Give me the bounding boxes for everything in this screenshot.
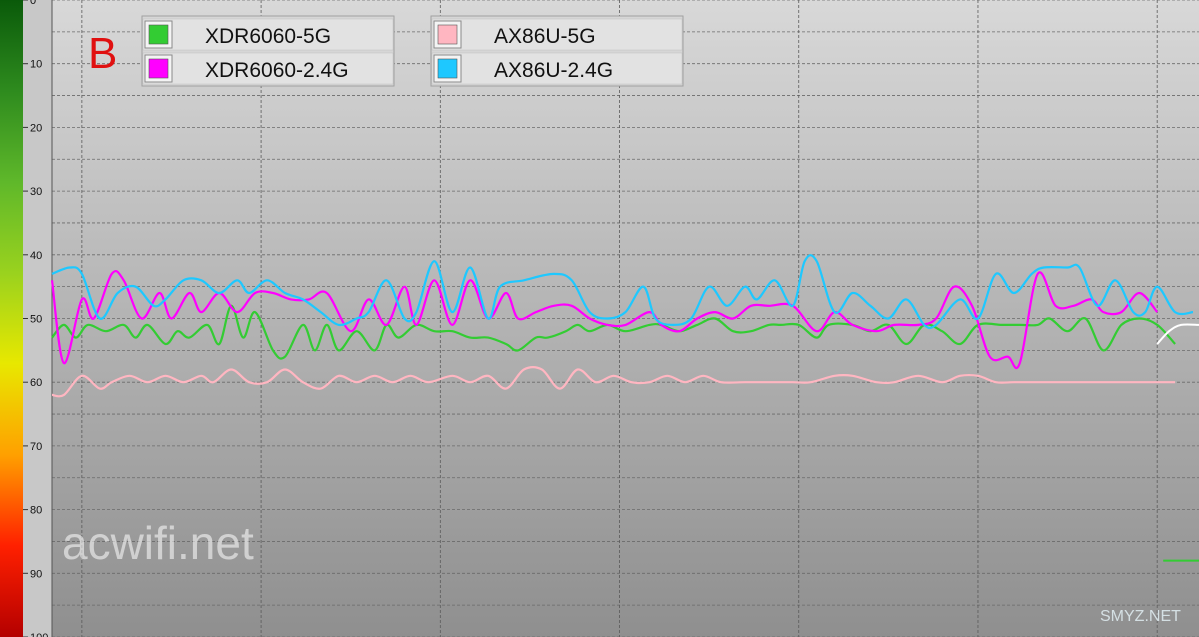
legend-label: AX86U-2.4G	[494, 59, 613, 82]
color-scale-bar	[0, 0, 23, 637]
legend-swatch	[437, 58, 458, 79]
legend-label: XDR6060-2.4G	[205, 59, 349, 82]
y-tick-label: 90	[30, 568, 42, 580]
signal-strength-chart: 0 10 20 30 40 50 60 70 80 90 100 B XDR6060-5G XDR60…	[0, 0, 1199, 637]
y-tick-label: 20	[30, 122, 42, 134]
legend-swatch	[437, 24, 458, 45]
y-tick-label: 10	[30, 59, 42, 71]
y-tick-label: 100	[30, 632, 48, 637]
legend-label: XDR6060-5G	[205, 25, 331, 48]
y-tick-label: 30	[30, 186, 42, 198]
y-tick-label: 80	[30, 505, 42, 517]
y-tick-label: 70	[30, 441, 42, 453]
panel-label: B	[88, 29, 117, 78]
chart-stage: 0 10 20 30 40 50 60 70 80 90 100 B XDR6060-5G XDR60…	[0, 0, 1199, 637]
legend-swatch	[148, 24, 169, 45]
y-tick-label: 50	[30, 314, 42, 326]
y-tick-label: 60	[30, 377, 42, 389]
y-tick-label: 40	[30, 250, 42, 262]
y-tick-label: 0	[30, 0, 36, 7]
legend-label: AX86U-5G	[494, 25, 596, 48]
legend-swatch	[148, 58, 169, 79]
